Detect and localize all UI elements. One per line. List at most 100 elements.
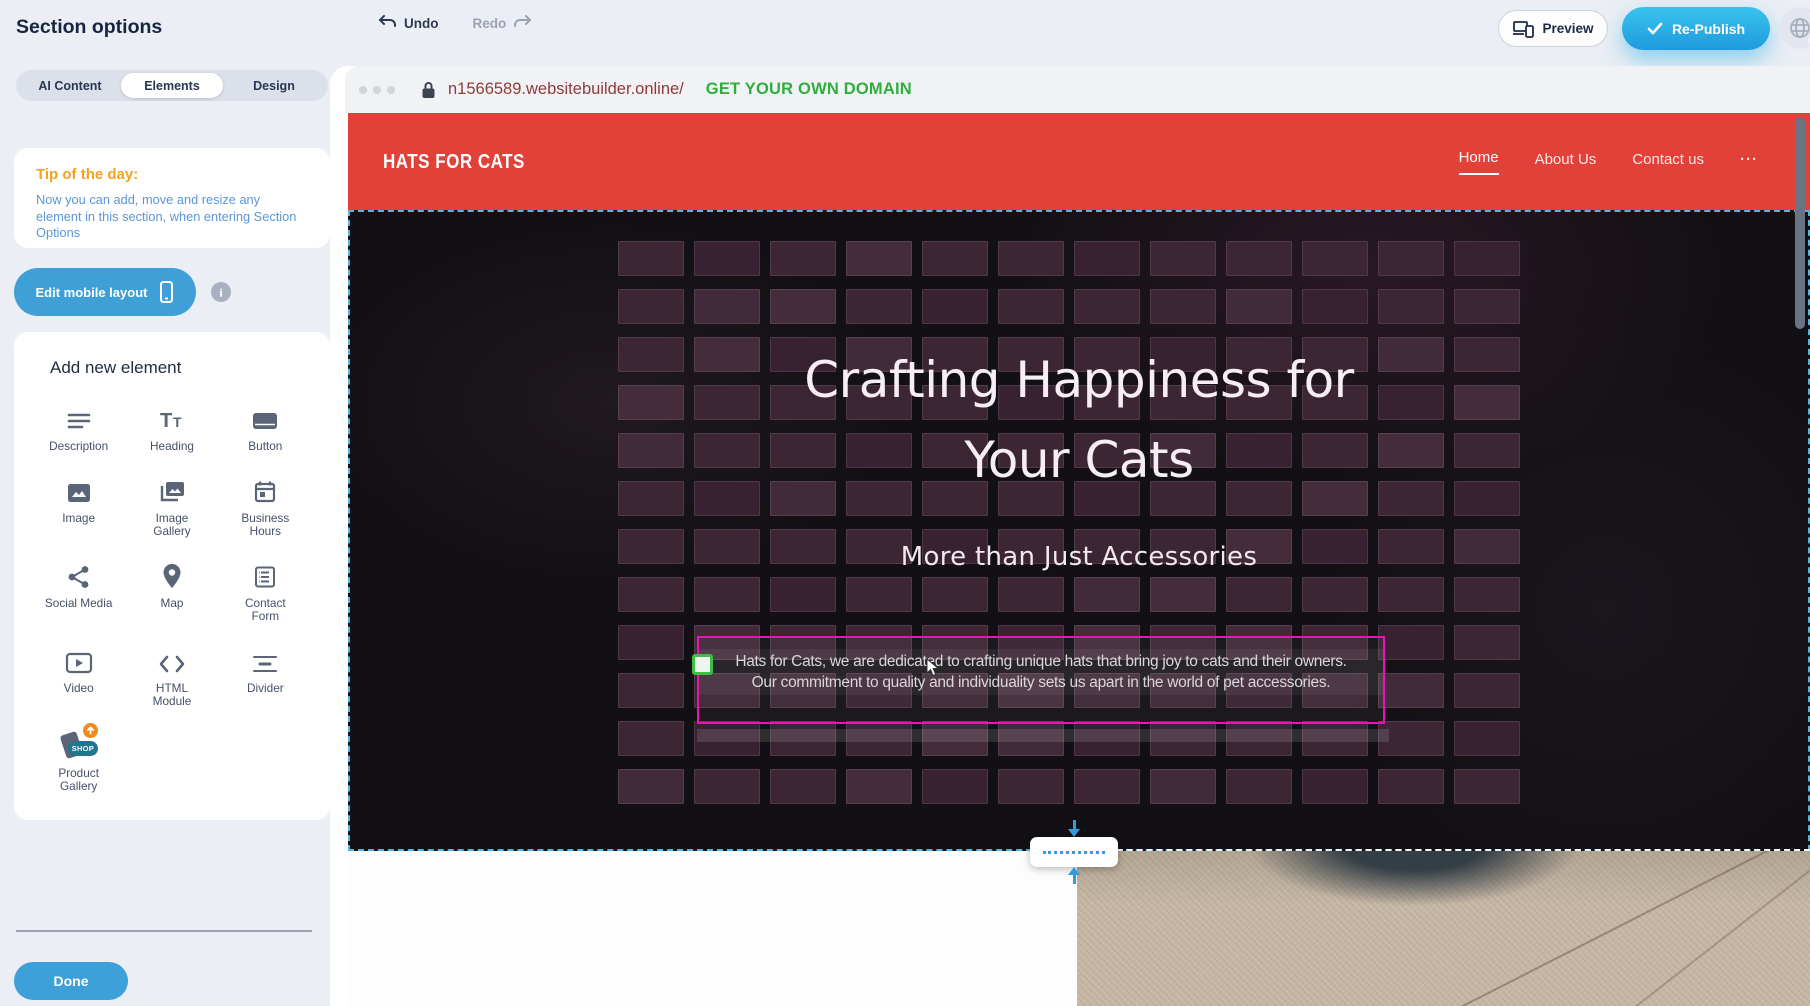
pavement-seam <box>1402 851 1810 1006</box>
edit-mobile-label: Edit mobile layout <box>36 285 148 300</box>
nav-contact-us[interactable]: Contact us <box>1632 151 1704 172</box>
element-label: Description <box>49 440 108 454</box>
add-element-video[interactable]: Video <box>32 642 125 713</box>
hero-tile <box>846 769 912 804</box>
element-label: Product Gallery <box>44 767 114 794</box>
add-element-title: Add new element <box>50 358 312 378</box>
redo-label: Redo <box>473 16 507 31</box>
add-element-panel: Add new element Description T T Heading … <box>14 332 330 820</box>
add-element-contact-form[interactable]: Contact Form <box>219 557 312 628</box>
image-gallery-icon <box>158 476 186 504</box>
nav-about-us[interactable]: About Us <box>1535 151 1597 172</box>
edit-mobile-layout-button[interactable]: Edit mobile layout <box>14 268 196 316</box>
tip-of-the-day-card: Tip of the day: Now you can add, move an… <box>14 148 330 248</box>
hero-tile <box>922 769 988 804</box>
element-drag-handle[interactable] <box>692 654 713 675</box>
heading-icon: T T <box>158 404 186 432</box>
hero-tile <box>694 241 760 276</box>
nav-home[interactable]: Home <box>1459 149 1499 175</box>
site-header[interactable]: HATS FOR CATS Home About Us Contact us ·… <box>348 113 1810 210</box>
hero-body-line1: Hats for Cats, we are dedicated to craft… <box>699 651 1383 672</box>
window-dots-icon <box>359 86 395 94</box>
hero-tile <box>618 625 684 660</box>
add-element-divider[interactable]: Divider <box>219 642 312 713</box>
add-element-html-module[interactable]: HTML Module <box>125 642 218 713</box>
page-scrollbar[interactable] <box>1795 117 1805 329</box>
hero-tile <box>1454 769 1520 804</box>
element-label: Social Media <box>45 597 113 611</box>
hero-heading[interactable]: Crafting Happiness for Your Cats <box>348 340 1810 500</box>
preview-label: Preview <box>1542 21 1593 36</box>
product-gallery-icon: SHOP <box>59 731 99 759</box>
add-element-map[interactable]: Map <box>125 557 218 628</box>
button-icon <box>251 404 279 432</box>
hero-tile <box>1454 577 1520 612</box>
hero-section[interactable]: Crafting Happiness for Your Cats More th… <box>348 210 1810 851</box>
hero-tile <box>1378 769 1444 804</box>
hero-tile <box>1226 769 1292 804</box>
hero-tile <box>846 289 912 324</box>
add-element-business-hours[interactable]: Business Hours <box>219 472 312 543</box>
hero-tile <box>770 241 836 276</box>
hero-tile <box>846 577 912 612</box>
language-globe-button[interactable] <box>1779 7 1810 49</box>
info-icon[interactable]: i <box>211 282 231 302</box>
site-logo[interactable]: HATS FOR CATS <box>383 150 525 174</box>
hero-tile <box>1454 673 1520 708</box>
hero-tile <box>922 241 988 276</box>
republish-button[interactable]: Re-Publish <box>1622 7 1770 50</box>
panel-title: Section options <box>16 16 162 39</box>
hero-tile <box>1074 241 1140 276</box>
nav-more[interactable]: ··· <box>1740 151 1758 172</box>
add-element-image-gallery[interactable]: Image Gallery <box>125 472 218 543</box>
hero-tile <box>770 289 836 324</box>
browser-address-bar[interactable]: n1566589.websitebuilder.online/ GET YOUR… <box>345 66 1810 113</box>
hero-tile <box>1302 289 1368 324</box>
hero-tile <box>998 577 1064 612</box>
hero-tile <box>770 577 836 612</box>
social-media-icon <box>67 561 91 589</box>
add-element-description[interactable]: Description <box>32 400 125 458</box>
element-label: HTML Module <box>137 682 207 709</box>
tab-design[interactable]: Design <box>223 73 325 98</box>
hero-tile <box>998 769 1064 804</box>
hero-tile <box>1454 721 1520 756</box>
drop-indicator-band <box>697 729 1389 742</box>
devices-icon <box>1512 20 1534 38</box>
hero-tile <box>1150 289 1216 324</box>
hero-tile <box>846 241 912 276</box>
add-element-image[interactable]: Image <box>32 472 125 543</box>
add-element-button[interactable]: Button <box>219 400 312 458</box>
hero-body-line2: Our commitment to quality and individual… <box>699 672 1383 693</box>
redo-button[interactable]: Redo <box>473 15 533 31</box>
add-element-product-gallery[interactable]: SHOP Product Gallery <box>32 727 125 798</box>
video-icon <box>65 646 93 674</box>
preview-button[interactable]: Preview <box>1498 10 1608 47</box>
site-url: n1566589.websitebuilder.online/ <box>448 80 684 99</box>
done-button[interactable]: Done <box>14 962 128 1000</box>
business-hours-icon <box>253 476 277 504</box>
pavement-photo <box>1077 851 1810 1006</box>
get-domain-link[interactable]: GET YOUR OWN DOMAIN <box>706 80 912 99</box>
tab-ai-content[interactable]: AI Content <box>19 73 121 98</box>
hero-tile <box>1454 625 1520 660</box>
undo-button[interactable]: Undo <box>378 15 439 31</box>
svg-text:T: T <box>160 410 172 432</box>
section-resize-handle[interactable] <box>1030 837 1118 867</box>
hero-tile <box>1226 289 1292 324</box>
selected-text-element[interactable]: Hats for Cats, we are dedicated to craft… <box>697 636 1385 724</box>
site-nav: Home About Us Contact us ··· <box>1459 149 1758 175</box>
sidebar-divider <box>16 930 312 932</box>
tab-elements[interactable]: Elements <box>121 73 223 98</box>
hero-heading-line2: Your Cats <box>348 420 1810 500</box>
hero-tile <box>1302 769 1368 804</box>
hero-tile <box>1302 241 1368 276</box>
hero-subheading[interactable]: More than Just Accessories <box>348 542 1810 572</box>
hero-tile <box>1378 625 1444 660</box>
hero-tile <box>1454 289 1520 324</box>
add-element-social-media[interactable]: Social Media <box>32 557 125 628</box>
element-label: Map <box>161 597 184 611</box>
hero-tile <box>1150 241 1216 276</box>
mouse-cursor-icon <box>926 658 940 677</box>
add-element-heading[interactable]: T T Heading <box>125 400 218 458</box>
